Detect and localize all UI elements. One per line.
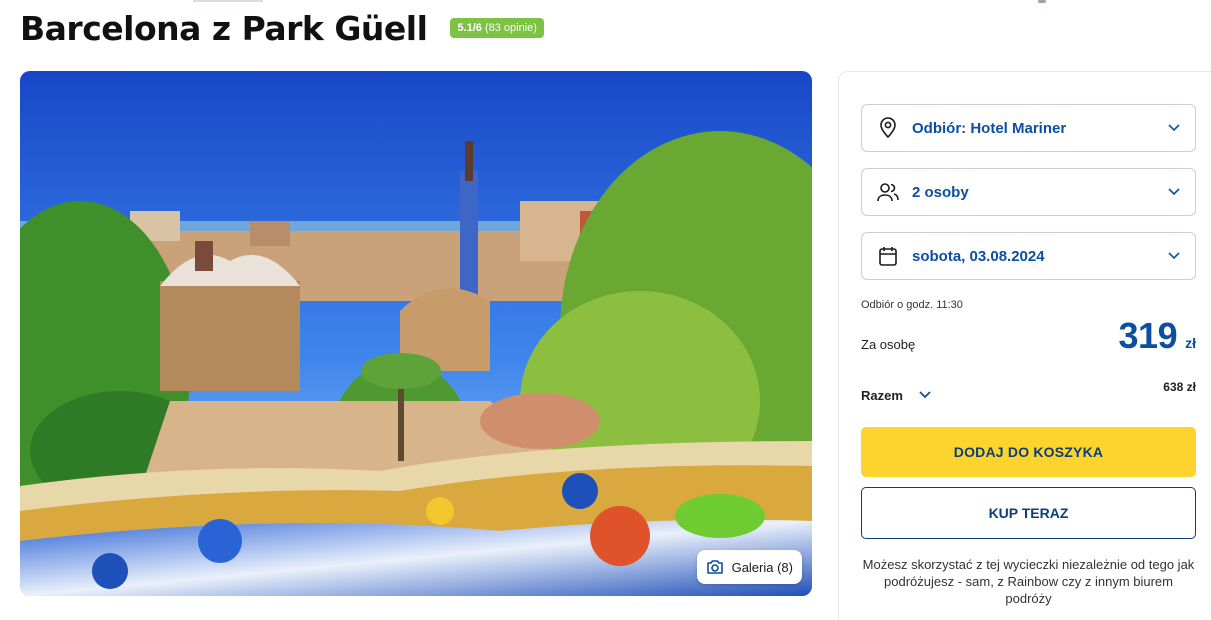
- pickup-time: Odbiór o godz. 11:30: [861, 299, 963, 311]
- chevron-down-icon: [1167, 185, 1181, 199]
- chevron-down-icon: [1167, 121, 1181, 135]
- rating-badge[interactable]: 5.1/6 (83 opinie): [450, 18, 544, 38]
- price-amount: 319: [1118, 315, 1178, 356]
- pickup-select[interactable]: Odbiór: Hotel Mariner: [861, 104, 1196, 152]
- top-right-indicator: [1038, 0, 1046, 3]
- users-icon: [876, 180, 900, 204]
- price-currency: zł: [1185, 335, 1196, 351]
- gallery-label: Galeria (8): [731, 559, 793, 575]
- hero-image[interactable]: Galeria (8): [20, 71, 812, 596]
- gallery-button[interactable]: Galeria (8): [696, 550, 802, 584]
- price-per-person: 319 zł: [1119, 315, 1196, 357]
- title-row: Barcelona z Park Güell 5.1/6 (83 opinie): [20, 6, 544, 50]
- location-pin-icon: [876, 116, 900, 140]
- calendar-icon: [876, 244, 900, 268]
- total-toggle[interactable]: Razem: [861, 386, 931, 404]
- per-person-label: Za osobę: [861, 337, 916, 352]
- chevron-down-icon: [1167, 249, 1181, 263]
- page-title: Barcelona z Park Güell: [20, 8, 428, 48]
- buy-now-button[interactable]: KUP TERAZ: [861, 487, 1196, 539]
- date-select[interactable]: sobota, 03.08.2024: [861, 232, 1196, 280]
- rating-score: 5.1/6: [457, 22, 482, 34]
- chevron-down-icon: [919, 386, 931, 404]
- camera-icon: [706, 559, 724, 575]
- pickup-label: Odbiór: Hotel Mariner: [912, 119, 1067, 137]
- total-label: Razem: [861, 387, 903, 403]
- availability-note: Możesz skorzystać z tej wycieczki niezal…: [862, 557, 1195, 606]
- persons-label: 2 osoby: [912, 183, 969, 201]
- total-amount: 638 zł: [1163, 380, 1196, 394]
- top-divider: [193, 0, 263, 2]
- rating-count: (83 opinie): [484, 22, 537, 34]
- date-label: sobota, 03.08.2024: [912, 247, 1045, 265]
- persons-select[interactable]: 2 osoby: [861, 168, 1196, 216]
- booking-panel: Odbiór: Hotel Mariner 2 osoby sobota, 03…: [838, 71, 1211, 620]
- park-guell-photo: [20, 71, 812, 596]
- add-to-cart-button[interactable]: DODAJ DO KOSZYKA: [861, 427, 1196, 477]
